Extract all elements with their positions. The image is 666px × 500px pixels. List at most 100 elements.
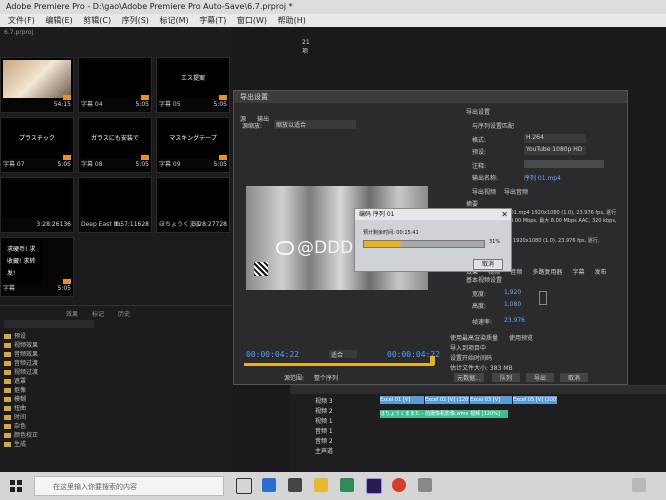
track-audio-1[interactable]: 音频 1	[315, 427, 333, 436]
audio-clip-thumbnail[interactable]: ほちょうくまま 3:28:27728	[156, 177, 230, 233]
track-video-1[interactable]: 视频 1	[315, 417, 333, 426]
link-dimensions-icon[interactable]	[539, 291, 547, 305]
timeline-clip[interactable]: Excel 03 [V]	[470, 396, 512, 404]
start-timecode-checkbox[interactable]: 设置开始时间码	[450, 353, 492, 362]
timeline-clip[interactable]: Excel 05 [V] (200%)	[513, 396, 557, 404]
export-video-checkbox[interactable]: 导出视频	[472, 187, 496, 196]
height-value[interactable]: 1,080	[504, 301, 521, 308]
folder-item[interactable]: 模糊	[4, 395, 38, 404]
title-preview: エス提案	[159, 60, 227, 98]
clip-thumbnail[interactable]: 字幕 04 5:05	[78, 57, 152, 113]
format-select[interactable]: H.264	[524, 134, 586, 143]
folder-icon	[4, 442, 11, 447]
store-icon[interactable]	[288, 478, 302, 492]
width-value[interactable]: 1,920	[504, 289, 521, 296]
folder-item[interactable]: 预设	[4, 332, 38, 341]
title-preview	[81, 60, 149, 98]
clip-thumbnail[interactable]: プラスチック 字幕 07 5:05	[0, 117, 74, 173]
folder-icon	[4, 370, 11, 375]
menu-help[interactable]: 帮助(H)	[278, 16, 306, 25]
menu-clip[interactable]: 剪辑(C)	[83, 16, 111, 25]
menu-window[interactable]: 窗口(W)	[237, 16, 267, 25]
task-view-icon[interactable]	[236, 478, 252, 494]
menu-edit[interactable]: 编辑(E)	[45, 16, 72, 25]
folder-item[interactable]: 音频效果	[4, 350, 38, 359]
clip-thumbnail[interactable]: 求硬币! 求收藏! 求转发! 字幕 5:05	[0, 237, 74, 297]
folder-item[interactable]: 生成	[4, 440, 38, 449]
taskbar: 在这里输入你要搜索的内容	[0, 472, 666, 500]
project-name: 6.7.prproj	[4, 29, 34, 36]
use-preview-checkbox[interactable]: 使用预览	[509, 333, 533, 342]
app-icon[interactable]	[340, 478, 354, 492]
audio-clip-thumbnail[interactable]: 3:28:26136	[0, 177, 74, 233]
track-master[interactable]: 主声道	[315, 447, 333, 456]
tab-multiplexer[interactable]: 多路复用器	[532, 269, 562, 276]
tab-history[interactable]: 历史	[118, 309, 130, 318]
match-sequence-checkbox[interactable]: 与序列设置匹配	[472, 121, 514, 130]
metadata-button[interactable]: 元数据...	[454, 373, 484, 382]
progress-percent: 31%	[489, 239, 501, 245]
menu-title[interactable]: 字幕(T)	[199, 16, 226, 25]
timecode-start[interactable]: 00:00:04:22	[246, 350, 299, 359]
folder-item[interactable]: 杂色	[4, 422, 38, 431]
folder-item[interactable]: 遮罩	[4, 377, 38, 386]
menu-sequence[interactable]: 序列(S)	[122, 16, 149, 25]
frame-rate-value[interactable]: 23.976	[504, 317, 525, 324]
effects-search-input[interactable]	[4, 320, 94, 328]
clip-thumbnail[interactable]: 54:15	[0, 57, 74, 113]
comment-input[interactable]	[524, 160, 604, 168]
output-name-link[interactable]: 序列 01.mp4	[524, 173, 561, 182]
folder-item[interactable]: 抠像	[4, 386, 38, 395]
folder-icon	[4, 433, 11, 438]
edge-browser-icon[interactable]	[262, 478, 276, 492]
tab-audio[interactable]: 音频	[510, 269, 522, 276]
track-audio-2[interactable]: 音频 2	[315, 437, 333, 446]
folder-item[interactable]: 视频过渡	[4, 368, 38, 377]
encoding-cancel-button[interactable]: 取消	[473, 259, 503, 270]
clip-thumbnail[interactable]: ガラスにも安装で 字幕 08 5:05	[78, 117, 152, 173]
cancel-button[interactable]: 取消	[560, 373, 588, 382]
tab-publish[interactable]: 发布	[595, 269, 607, 276]
preset-select[interactable]: YouTube 1080p HD	[524, 146, 586, 155]
clip-thumbnail[interactable]: エス提案 字幕 05 5:05	[156, 57, 230, 113]
folder-item[interactable]: 颜色校正	[4, 431, 38, 440]
menu-marker[interactable]: 标记(M)	[159, 16, 188, 25]
audio-clip-thumbnail[interactable]: Deep East Music... 1:57:11628	[78, 177, 152, 233]
timeline-clip[interactable]: Excel 02 [V] (120%)	[425, 396, 469, 404]
folder-item[interactable]: 视频效果	[4, 341, 38, 350]
windows-start-icon[interactable]	[10, 480, 22, 492]
close-icon[interactable]: ✕	[501, 210, 508, 219]
dialog-title: 导出设置	[234, 91, 627, 103]
source-range-scrubber[interactable]	[244, 363, 434, 366]
menu-file[interactable]: 文件(F)	[8, 16, 35, 25]
media-player-icon[interactable]	[392, 478, 406, 492]
tab-captions[interactable]: 字幕	[572, 269, 584, 276]
playhead-handle[interactable]	[430, 356, 435, 365]
timeline-clip[interactable]: ほちょうくままた - 前摄像机影像.wmv 视频 [120%]	[380, 410, 508, 418]
premiere-pro-icon[interactable]	[366, 478, 382, 494]
title-preview: ガラスにも安装で	[81, 120, 149, 158]
export-audio-checkbox[interactable]: 导出音频	[504, 187, 528, 196]
folder-item[interactable]: 音频过渡	[4, 359, 38, 368]
export-settings-header: 导出设置	[466, 109, 491, 116]
max-quality-checkbox[interactable]: 使用最高渲染质量	[450, 333, 498, 342]
track-video-3[interactable]: 视频 3	[315, 397, 333, 406]
import-project-checkbox[interactable]: 导入到项目中	[450, 343, 486, 352]
file-explorer-icon[interactable]	[314, 478, 328, 492]
weibo-icon	[276, 241, 294, 255]
tab-markers[interactable]: 标记	[92, 309, 104, 318]
timeline-clip[interactable]: Excel 01 [V]	[380, 396, 424, 404]
tab-effects[interactable]: 效果	[66, 309, 78, 318]
queue-button[interactable]: 队列	[492, 373, 520, 382]
notification-icon[interactable]	[632, 478, 646, 492]
taskbar-search-input[interactable]: 在这里输入你要搜索的内容	[34, 476, 224, 496]
track-video-2[interactable]: 视频 2	[315, 407, 333, 416]
notes-app-icon[interactable]	[418, 478, 432, 492]
export-button[interactable]: 导出	[526, 373, 554, 382]
clip-thumbnail[interactable]: マスキングテープ 字幕 09 5:05	[156, 117, 230, 173]
source-range-select[interactable]: 整个序列	[314, 373, 338, 382]
folder-item[interactable]: 扭曲	[4, 404, 38, 413]
source-scaling-select[interactable]: 缩放以适合	[274, 120, 356, 129]
fit-select[interactable]: 适合	[329, 350, 357, 359]
folder-item[interactable]: 时间	[4, 413, 38, 422]
